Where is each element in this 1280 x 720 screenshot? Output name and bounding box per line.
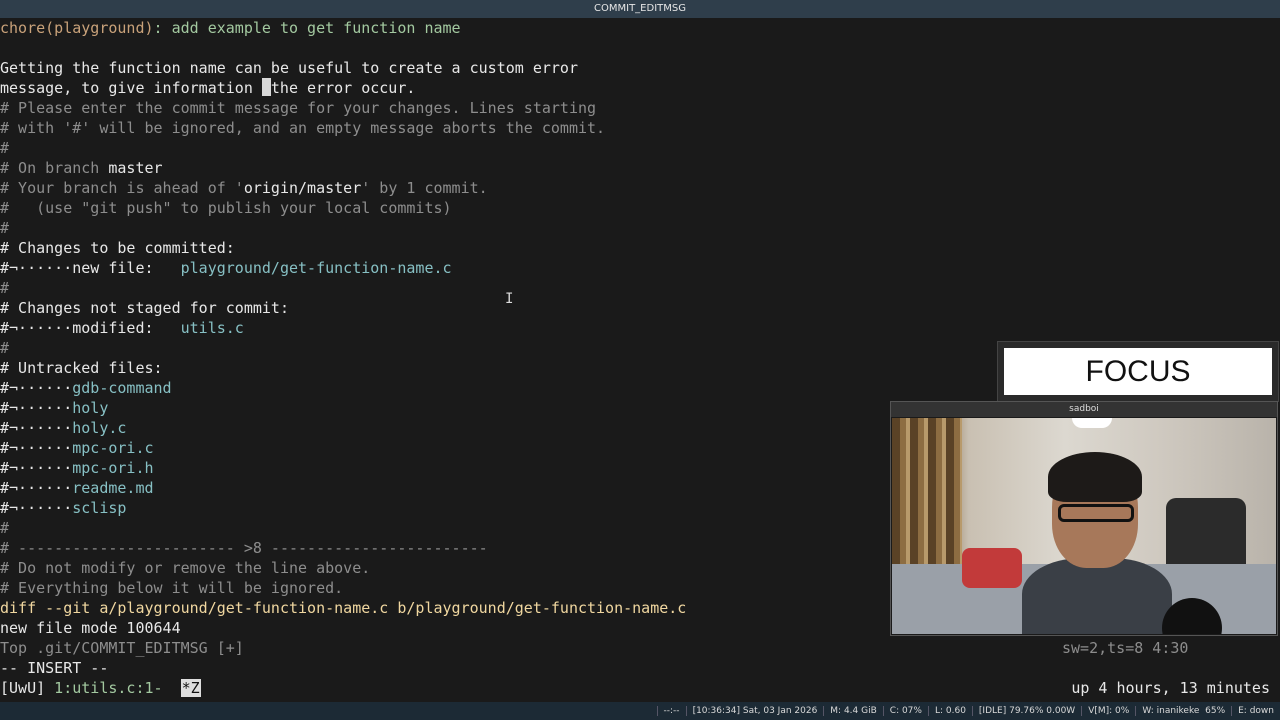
untracked-prefix: #¬······	[0, 459, 73, 477]
webcam-person	[1022, 452, 1222, 634]
untracked-file: gdb-command	[72, 379, 172, 397]
subject-text: : add example to get function name	[153, 19, 461, 37]
body-text: message, to give information	[0, 79, 262, 97]
vim-settings-indicator: sw=2,ts=8 4:30	[1062, 639, 1189, 657]
ahead-prefix: # Your branch is ahead of '	[0, 179, 244, 197]
status-volume: V[M]: 0%	[1081, 706, 1136, 716]
webcam-window[interactable]: sadboi	[890, 401, 1278, 636]
changes-not-staged-heading: # Changes not staged for commit:	[0, 299, 289, 317]
status-load: L: 0.60	[927, 706, 972, 716]
untracked-prefix: #¬······	[0, 379, 73, 397]
comment-line: # (use "git push" to publish your local …	[0, 199, 452, 217]
status-wifi: W: inanikeke 65%	[1135, 706, 1232, 716]
comment-line: # Your branch is ahead of 'origin/master…	[0, 178, 1280, 198]
tmux-statusbar: [UwU] 1:utils.c:1- *Z up 4 hours, 13 minu…	[0, 676, 1280, 700]
ahead-suffix: ' by 1 commit.	[361, 179, 488, 197]
body-text: the error occur.	[270, 79, 416, 97]
person-hair	[1048, 452, 1142, 502]
staged-file-path: playground/get-function-name.c	[180, 259, 452, 277]
mouse-ibeam-icon: I	[505, 291, 514, 307]
modified-file-path: utils.c	[180, 319, 244, 337]
subject-prefix: chore(playground)	[0, 19, 154, 37]
untracked-file: mpc-ori.c	[72, 439, 154, 457]
tmux-uptime: up 4 hours, 13 minutes	[1071, 679, 1270, 697]
untracked-prefix: #¬······	[0, 479, 73, 497]
status-item: --:--	[656, 706, 686, 716]
status-cpu: C: 07%	[882, 706, 928, 716]
status-battery: [IDLE] 79.76% 0.00W	[971, 706, 1082, 716]
person-glasses	[1058, 504, 1134, 522]
text-cursor	[261, 78, 271, 96]
tmux-window[interactable]: 1:utils.c:1-	[45, 679, 171, 697]
comment-line: #	[0, 139, 10, 157]
untracked-file: sclisp	[72, 499, 127, 517]
untracked-file: readme.md	[72, 479, 154, 497]
focus-label: FOCUS	[1004, 348, 1272, 395]
vim-mode-indicator: -- INSERT --	[0, 659, 109, 677]
branch-name: master	[108, 159, 163, 177]
staged-file-line: #¬······new file: playground/get-functio…	[0, 258, 1280, 278]
untracked-file: holy.c	[72, 419, 127, 437]
untracked-file: mpc-ori.h	[72, 459, 154, 477]
commit-body-line: message, to give information the error o…	[0, 78, 1280, 98]
untracked-prefix: #¬······	[0, 439, 73, 457]
status-clock: [10:36:34] Sat, 03 Jan 2026	[685, 706, 824, 716]
new-file-label: #¬······new file:	[0, 259, 181, 277]
untracked-prefix: #¬······	[0, 499, 73, 517]
untracked-file: holy	[72, 399, 109, 417]
modified-file-line: #¬······modified: utils.c	[0, 318, 1280, 338]
webcam-ceiling-light	[1072, 418, 1112, 428]
webcam-feed	[892, 418, 1276, 634]
status-ethernet: E: down	[1231, 706, 1280, 716]
remote-branch: origin/master	[243, 179, 362, 197]
modified-label: #¬······modified:	[0, 319, 181, 337]
status-items: --:-- [10:36:34] Sat, 03 Jan 2026 M: 4.4 G…	[656, 702, 1280, 720]
webcam-pillow	[962, 548, 1022, 588]
commit-body-line: Getting the function name can be useful …	[0, 59, 578, 77]
branch-label: # On branch	[0, 159, 109, 177]
system-taskbar: 23 --:--[10:36:34] Sat, 03 Jan 2026M: 4.…	[0, 702, 1280, 720]
comment-line: # Please enter the commit message for yo…	[0, 99, 597, 117]
focus-overlay: FOCUS	[997, 341, 1279, 402]
tmux-session: [UwU]	[0, 679, 46, 697]
comment-line: #	[0, 219, 10, 237]
status-memory: M: 4.4 GiB	[823, 706, 883, 716]
person-body	[1022, 558, 1172, 634]
tmux-active-window[interactable]: *Z	[180, 679, 201, 697]
untracked-prefix: #¬······	[0, 399, 73, 417]
comment-line: # with '#' will be ignored, and an empty…	[0, 119, 606, 137]
comment-line: #	[0, 279, 10, 297]
changes-committed-heading: # Changes to be committed:	[0, 239, 235, 257]
window-title: COMMIT_EDITMSG	[0, 0, 1280, 18]
commit-subject: chore(playground): add example to get fu…	[0, 18, 1280, 38]
untracked-prefix: #¬······	[0, 419, 73, 437]
webcam-title: sadboi	[891, 402, 1277, 417]
comment-line: # On branch master	[0, 158, 1280, 178]
